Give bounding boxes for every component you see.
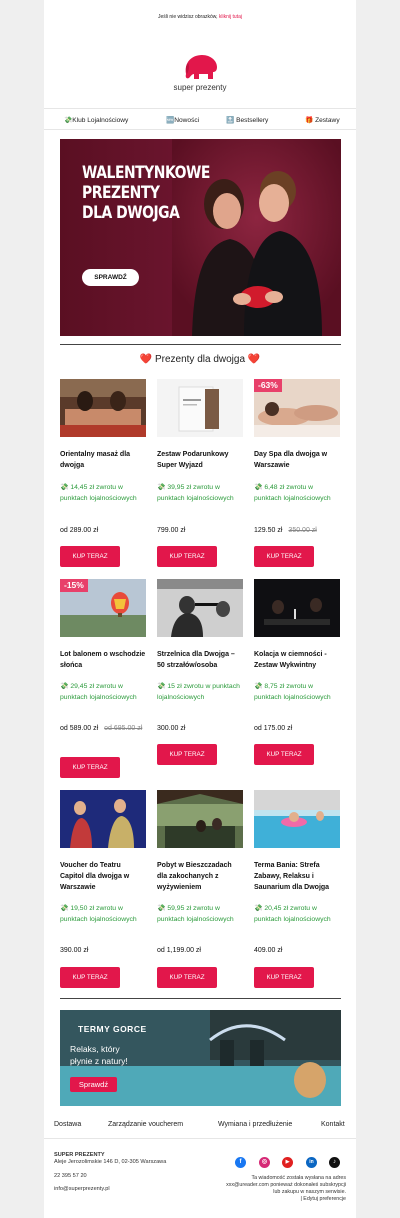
footer-link-delivery[interactable]: Dostawa: [54, 1121, 81, 1128]
product-name[interactable]: Lot balonem o wschodzie słońca: [60, 649, 146, 671]
gift-icon: 🎁: [305, 117, 314, 124]
product-price: 300.00 zł: [157, 725, 186, 732]
product-name[interactable]: Strzelnica dla Dwojga – 50 strzałów/osob…: [157, 649, 243, 671]
top-icon: 🔝: [226, 117, 235, 124]
product-name[interactable]: Pobyt w Bieszczadach dla zakochanych z w…: [157, 860, 243, 893]
product-name[interactable]: Zestaw Podarunkowy Super Wyjazd: [157, 449, 243, 471]
buy-now-button[interactable]: KUP TERAZ: [157, 744, 217, 765]
company-phone: 22 395 57 20: [54, 1173, 87, 1179]
cashback-text: 💸 14,45 zł zwrotu w punktach lojalnościo…: [60, 484, 137, 502]
new-icon: 🆕: [166, 117, 175, 124]
buy-now-button[interactable]: KUP TERAZ: [60, 757, 120, 778]
cashback-text: 💸 29,45 zł zwrotu w punktach lojalnościo…: [60, 683, 137, 701]
buy-now-button[interactable]: KUP TERAZ: [60, 546, 120, 567]
footer-link-contact[interactable]: Kontakt: [321, 1121, 345, 1128]
discount-badge: -15%: [60, 579, 88, 592]
divider: [60, 998, 341, 999]
dark-dinner-photo: [254, 579, 340, 637]
nav-item-loyalty[interactable]: 💸Klub Lojalnościowy: [64, 116, 128, 124]
product-price: od 289.00 zł: [60, 527, 99, 534]
brand-name: super prezenty: [173, 83, 227, 92]
email-body: Jeśli nie widzisz obrazków, kliknij tuta…: [44, 0, 356, 1218]
footer-link-exchange[interactable]: Wymiana i przedłużenie: [218, 1121, 292, 1128]
buy-now-button[interactable]: KUP TERAZ: [254, 967, 314, 988]
old-price: od 695.00 zł: [104, 725, 143, 732]
theatre-photo: [60, 790, 146, 848]
cashback-text: 💸 15 zł zwrotu w punktach lojalnościowyc…: [157, 683, 240, 701]
footer-divider: [44, 1138, 356, 1139]
product-name[interactable]: Day Spa dla dwojga w Warszawie: [254, 449, 340, 471]
product-price: 129.50 zł 350.00 zł: [254, 527, 317, 534]
cashback-text: 💸 6,48 zł zwrotu w punktach lojalnościow…: [254, 484, 331, 502]
buy-now-button[interactable]: KUP TERAZ: [254, 744, 314, 765]
nav-item-new[interactable]: 🆕Nowości: [166, 116, 199, 124]
product-price: od 175.00 zł: [254, 725, 293, 732]
banner-cta-button[interactable]: Sprawdź: [70, 1077, 117, 1092]
preheader-text: Jeśli nie widzisz obrazków,: [158, 14, 218, 20]
product-price: od 589.00 zł od 695.00 zł: [60, 725, 143, 732]
youtube-icon[interactable]: ▶: [282, 1157, 293, 1168]
pool-photo: [254, 790, 340, 848]
instagram-icon[interactable]: ◎: [259, 1157, 270, 1168]
cashback-text: 💸 39,95 zł zwrotu w punktach lojalnościo…: [157, 484, 234, 502]
product-name[interactable]: Terma Bania: Strefa Zabawy, Relaksu i Sa…: [254, 860, 340, 893]
cashback-text: 💸 59,95 zł zwrotu w punktach lojalnościo…: [157, 905, 234, 923]
cashback-text: 💸 20,45 zł zwrotu w punktach lojalnościo…: [254, 905, 331, 923]
hero-cta-button[interactable]: SPRAWDŹ: [82, 269, 139, 286]
buy-now-button[interactable]: KUP TERAZ: [60, 967, 120, 988]
product-name[interactable]: Kolacja w ciemności - Zestaw Wykwintny: [254, 649, 340, 671]
product-price: 409.00 zł: [254, 947, 283, 954]
cashback-text: 💸 19,50 zł zwrotu w punktach lojalnościo…: [60, 905, 137, 923]
nav-item-bestsellers[interactable]: 🔝 Bestsellery: [226, 116, 268, 124]
product-price: 799.00 zł: [157, 527, 186, 534]
elephant-logo[interactable]: [180, 52, 222, 82]
termy-gorce-banner[interactable]: TERMY GORCE Relaks, który płynie z natur…: [60, 1010, 341, 1106]
banner-text: Relaks, który płynie z natury!: [70, 1044, 128, 1066]
subscription-note: Ta wiadomość została wysłana na adres xx…: [226, 1175, 346, 1203]
shooting-range-photo: [157, 579, 243, 637]
discount-badge: -63%: [254, 379, 282, 392]
heart-icon: ❤️: [247, 354, 261, 365]
nav-item-sets[interactable]: 🎁 Zestawy: [305, 116, 340, 124]
gift-box-photo: [157, 379, 243, 437]
company-email[interactable]: info@superprezenty.pl: [54, 1185, 110, 1193]
section-title: ❤️ Prezenty dla dwojga ❤️: [139, 354, 261, 365]
hero-headline: WALENTYNKOWE PREZENTY DLA DWOJGA: [82, 163, 210, 223]
old-price: 350.00 zł: [288, 527, 317, 534]
edit-preferences-link[interactable]: | Edytuj preferencje: [226, 1196, 346, 1203]
linkedin-icon[interactable]: in: [306, 1157, 317, 1168]
company-address: Aleje Jerozolimskie 146 D, 02-305 Warsza…: [54, 1159, 167, 1165]
product-name[interactable]: Voucher do Teatru Capitol dla dwojga w W…: [60, 860, 146, 893]
bieszczady-photo: [157, 790, 243, 848]
heart-icon: ❤️: [139, 354, 153, 365]
buy-now-button[interactable]: KUP TERAZ: [254, 546, 314, 567]
money-icon: 💸: [64, 117, 73, 124]
product-name[interactable]: Orientalny masaż dla dwojga: [60, 449, 146, 471]
nav-bar: 💸Klub Lojalnościowy 🆕Nowości 🔝 Bestselle…: [44, 108, 356, 130]
buy-now-button[interactable]: KUP TERAZ: [157, 967, 217, 988]
facebook-icon[interactable]: f: [235, 1157, 246, 1168]
footer-link-voucher[interactable]: Zarządzanie voucherem: [108, 1121, 183, 1128]
buy-now-button[interactable]: KUP TERAZ: [157, 546, 217, 567]
tiktok-icon[interactable]: ♪: [329, 1157, 340, 1168]
divider: [60, 344, 341, 345]
preheader-link[interactable]: kliknij tutaj: [219, 14, 242, 20]
product-price: 390.00 zł: [60, 947, 89, 954]
massage-photo: [60, 379, 146, 437]
hero-banner[interactable]: WALENTYNKOWE PREZENTY DLA DWOJGA SPRAWDŹ: [60, 139, 341, 336]
termy-gorce-logo: TERMY GORCE: [78, 1024, 147, 1034]
cashback-text: 💸 8,75 zł zwrotu w punktach lojalnościow…: [254, 683, 331, 701]
product-price: od 1,199.00 zł: [157, 947, 201, 954]
preheader: Jeśli nie widzisz obrazków, kliknij tuta…: [44, 14, 356, 20]
